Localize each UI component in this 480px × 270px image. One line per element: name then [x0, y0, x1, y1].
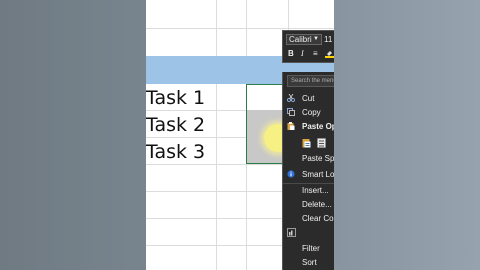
- row-divider: [146, 28, 334, 29]
- font-size-select[interactable]: 11: [324, 34, 334, 45]
- bold-button[interactable]: B: [288, 49, 294, 59]
- fill-color-icon[interactable]: [325, 49, 334, 61]
- context-menu: Search the menu Cut Copy Paste Opt: [282, 72, 334, 270]
- font-name-value: Calibri: [289, 35, 312, 44]
- quick-analysis-icon: [287, 228, 296, 237]
- info-icon: [287, 170, 295, 178]
- mini-toolbar: Calibri ▼ 11 B I ≡: [282, 30, 334, 63]
- menu-item-sort[interactable]: Sort: [302, 258, 317, 268]
- menu-item-cut[interactable]: Cut: [302, 94, 314, 104]
- paste-values-icon[interactable]: [317, 138, 326, 148]
- task-cell[interactable]: Task 2: [146, 113, 205, 137]
- menu-item-paste-options[interactable]: Paste Opt: [302, 122, 334, 132]
- menu-item-copy[interactable]: Copy: [302, 108, 321, 118]
- menu-item-delete[interactable]: Delete...: [302, 200, 332, 210]
- chevron-down-icon: ▼: [313, 36, 319, 42]
- menu-search-input[interactable]: Search the menu: [287, 75, 334, 87]
- clipboard-icon: [287, 122, 295, 130]
- menu-item-paste-special[interactable]: Paste Spec: [302, 154, 334, 164]
- menu-item-insert[interactable]: Insert...: [302, 186, 329, 196]
- menu-item-smart-lookup[interactable]: Smart Loo: [302, 170, 334, 180]
- task-cell[interactable]: Task 1: [146, 86, 205, 110]
- scissors-icon: [287, 94, 295, 102]
- paste-option-icon[interactable]: [302, 138, 311, 148]
- spreadsheet-view: Task 1 Task 2 Task 3 Calibri ▼ 11 B I ≡ …: [146, 0, 334, 270]
- task-cell[interactable]: Task 3: [146, 140, 205, 164]
- align-center-icon[interactable]: ≡: [313, 49, 318, 59]
- font-name-select[interactable]: Calibri ▼: [286, 34, 322, 45]
- italic-button[interactable]: I: [301, 49, 304, 59]
- column-divider: [216, 0, 217, 270]
- menu-item-clear-contents[interactable]: Clear Con: [302, 214, 334, 224]
- copy-icon: [287, 108, 295, 116]
- menu-item-filter[interactable]: Filter: [302, 244, 320, 254]
- menu-separator: [283, 183, 334, 184]
